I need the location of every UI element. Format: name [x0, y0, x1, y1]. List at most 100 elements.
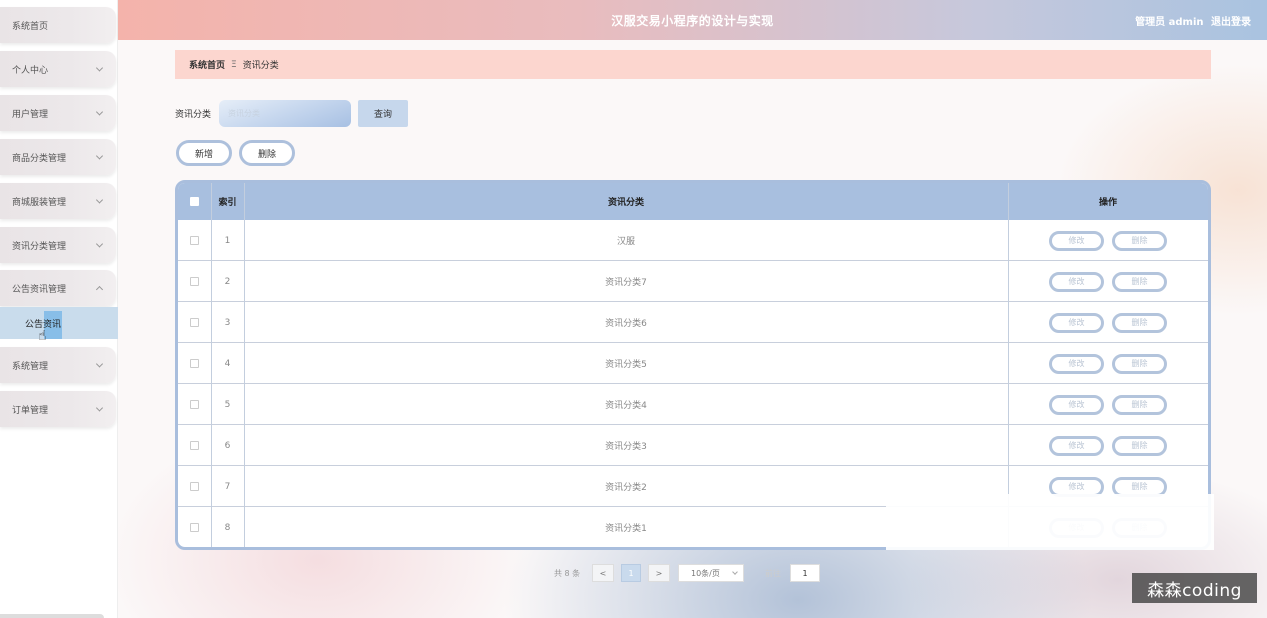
sidebar-subitem-announcement-news[interactable]: 公告资讯 [0, 307, 118, 339]
column-divider [244, 183, 245, 547]
delete-button[interactable]: 删除 [1112, 435, 1167, 456]
row-checkbox[interactable] [190, 441, 199, 450]
row-ops: 修改 删除 [1008, 302, 1208, 343]
row-ops: 修改 删除 [1008, 425, 1208, 466]
app-title: 汉服交易小程序的设计与实现 [611, 13, 774, 28]
row-checkbox-cell [178, 220, 211, 261]
sidebar-item-orders[interactable]: 订单管理 [0, 391, 116, 427]
chevron-down-icon [732, 569, 738, 575]
row-checkbox[interactable] [190, 359, 199, 368]
row-category: 资讯分类3 [605, 442, 647, 452]
sidebar: 系统首页 个人中心 用户管理 商品分类管理 商城服装管理 资讯分类管理 公告资讯… [0, 0, 118, 618]
sidebar-item-news-category[interactable]: 资讯分类管理 [0, 227, 116, 263]
chevron-down-icon [95, 404, 104, 412]
table-row: 4 资讯分类5 修改 删除 [178, 343, 1208, 384]
sidebar-scroll-edge [0, 614, 104, 618]
row-category: 资讯分类7 [605, 278, 647, 288]
sidebar-item-label: 资讯分类管理 [12, 241, 67, 252]
sidebar-item-users[interactable]: 用户管理 [0, 95, 116, 131]
row-checkbox[interactable] [190, 482, 199, 491]
row-index: 7 [224, 481, 231, 492]
edit-button[interactable]: 修改 [1049, 394, 1104, 415]
chevron-down-icon [95, 240, 104, 248]
logout-link[interactable]: 退出登录 [1211, 17, 1251, 28]
breadcrumb-current: 资讯分类 [242, 61, 279, 71]
delete-button[interactable]: 删除 [1112, 230, 1167, 251]
table-header: 索引 资讯分类 操作 [178, 183, 1208, 220]
row-index: 5 [224, 399, 231, 410]
add-button[interactable]: 新增 [176, 140, 232, 166]
search-input[interactable] [219, 100, 351, 127]
sidebar-item-system[interactable]: 系统管理 [0, 347, 116, 383]
header-ops: 操作 [1098, 198, 1117, 208]
row-index: 8 [224, 522, 231, 533]
header-index: 索引 [218, 198, 237, 208]
sidebar-item-label: 用户管理 [12, 109, 49, 120]
sidebar-item-product-category[interactable]: 商品分类管理 [0, 139, 116, 175]
blur-overlay [886, 494, 1214, 550]
select-all-checkbox[interactable] [190, 197, 199, 206]
row-checkbox[interactable] [190, 400, 199, 409]
sidebar-item-personal-center[interactable]: 个人中心 [0, 51, 116, 87]
edit-button[interactable]: 修改 [1049, 353, 1104, 374]
table-row: 3 资讯分类6 修改 删除 [178, 302, 1208, 343]
query-button[interactable]: 查询 [358, 100, 408, 127]
user-label: 管理员 admin [1135, 17, 1204, 28]
chevron-down-icon [95, 360, 104, 368]
row-checkbox[interactable] [190, 236, 199, 245]
sidebar-item-home[interactable]: 系统首页 [0, 7, 116, 43]
sidebar-item-label: 公告资讯管理 [12, 284, 67, 295]
column-divider [1008, 183, 1009, 547]
pagination-goto-input[interactable]: 1 [790, 564, 820, 582]
breadcrumb: 系统首页 Ξ 资讯分类 [175, 50, 1211, 79]
sidebar-item-label: 订单管理 [12, 405, 49, 416]
edit-button[interactable]: 修改 [1049, 230, 1104, 251]
row-category: 资讯分类5 [605, 360, 647, 370]
row-checkbox-cell [178, 343, 211, 384]
watermark: 森森coding [1132, 573, 1257, 603]
sidebar-item-label: 商城服装管理 [12, 197, 67, 208]
edit-button[interactable]: 修改 [1049, 271, 1104, 292]
page-size-select[interactable]: 10条/页 [678, 564, 744, 582]
pagination-next-button[interactable]: > [648, 564, 670, 582]
row-ops: 修改 删除 [1008, 343, 1208, 384]
row-ops: 修改 删除 [1008, 384, 1208, 425]
delete-button[interactable]: 删除 [1112, 271, 1167, 292]
sidebar-item-announcements[interactable]: 公告资讯管理 [0, 270, 116, 306]
sidebar-item-mall-clothing[interactable]: 商城服装管理 [0, 183, 116, 219]
column-divider [211, 183, 212, 547]
row-checkbox-cell [178, 302, 211, 343]
table-row: 2 资讯分类7 修改 删除 [178, 261, 1208, 302]
delete-button[interactable]: 删除 [1112, 394, 1167, 415]
row-ops: 修改 删除 [1008, 220, 1208, 261]
row-checkbox[interactable] [190, 277, 199, 286]
delete-button[interactable]: 删除 [1112, 312, 1167, 333]
sidebar-item-label: 系统管理 [12, 361, 49, 372]
breadcrumb-separator: Ξ [231, 59, 237, 70]
pagination-total: 共 8 条 [554, 568, 581, 578]
row-index: 4 [224, 358, 231, 369]
row-checkbox[interactable] [190, 318, 199, 327]
chevron-down-icon [95, 108, 104, 116]
row-index: 2 [224, 276, 231, 287]
row-checkbox-cell [178, 466, 211, 507]
row-category: 资讯分类4 [605, 401, 647, 411]
sidebar-item-label: 个人中心 [12, 65, 49, 76]
sidebar-item-label: 系统首页 [12, 21, 49, 32]
sidebar-item-label: 商品分类管理 [12, 153, 67, 164]
header-checkbox-cell [178, 183, 211, 220]
pagination-current-page[interactable]: 1 [621, 564, 641, 582]
row-checkbox[interactable] [190, 523, 199, 532]
delete-button[interactable]: 删除 [1112, 353, 1167, 374]
edit-button[interactable]: 修改 [1049, 435, 1104, 456]
row-category: 汉服 [616, 237, 635, 247]
edit-button[interactable]: 修改 [1049, 312, 1104, 333]
row-checkbox-cell [178, 507, 211, 547]
row-checkbox-cell [178, 261, 211, 302]
header-category: 资讯分类 [607, 198, 644, 208]
pagination-prev-button[interactable]: < [592, 564, 614, 582]
row-ops: 修改 删除 [1008, 261, 1208, 302]
breadcrumb-home[interactable]: 系统首页 [189, 58, 225, 71]
bulk-delete-button[interactable]: 删除 [239, 140, 295, 166]
pagination-goto-label: 前往 [765, 568, 781, 578]
